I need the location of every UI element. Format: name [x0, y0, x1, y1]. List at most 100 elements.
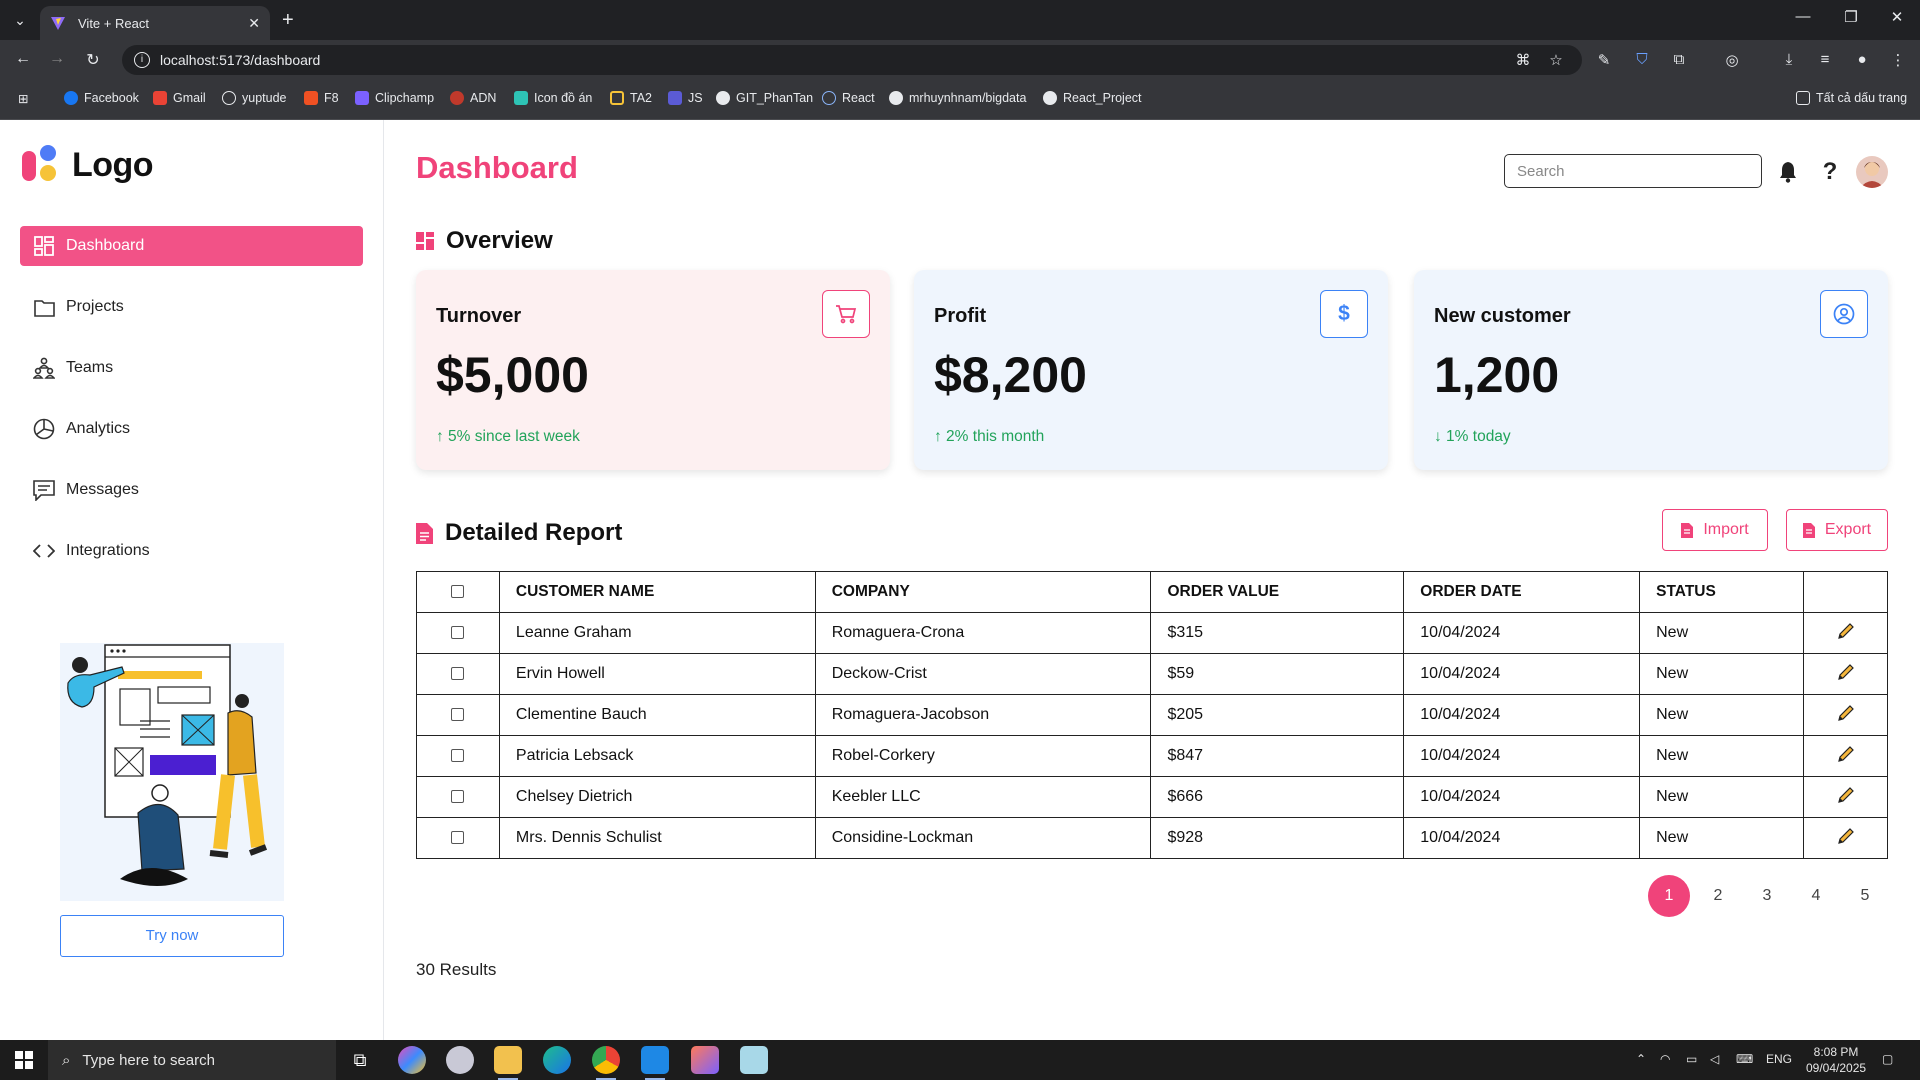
all-bookmarks[interactable]: Tất cả dấu trang — [1796, 91, 1907, 105]
edge-icon[interactable] — [543, 1046, 571, 1074]
column-header[interactable]: CUSTOMER NAME — [498, 571, 816, 613]
bookmark-clipchamp[interactable]: Clipchamp — [355, 91, 434, 105]
bookmark-icon-do-an[interactable]: Icon đồ án — [514, 91, 592, 105]
forward-icon[interactable]: → — [46, 50, 68, 68]
vscode-icon[interactable] — [641, 1046, 669, 1080]
page-button[interactable]: 2 — [1697, 875, 1739, 917]
bookmark-js[interactable]: JS — [668, 91, 703, 105]
bookmark-yuptude[interactable]: yuptude — [222, 91, 286, 105]
dollar-icon[interactable]: $ — [1320, 290, 1368, 338]
row-checkbox[interactable] — [451, 626, 465, 640]
sidebar-item-teams[interactable]: Teams — [20, 348, 363, 388]
sidebar-item-messages[interactable]: Messages — [20, 470, 363, 510]
select-all-checkbox[interactable] — [451, 585, 465, 599]
export-button[interactable]: Export — [1786, 509, 1888, 551]
bell-icon[interactable] — [1776, 160, 1800, 184]
shield-extension-icon[interactable]: ⛉ — [1632, 51, 1652, 68]
cart-icon[interactable] — [822, 290, 870, 338]
page-button[interactable]: 4 — [1795, 875, 1837, 917]
new-tab-icon[interactable]: + — [282, 8, 294, 32]
column-header[interactable]: COMPANY — [814, 571, 1152, 613]
address-bar[interactable]: i localhost:5173/dashboard — [122, 45, 1582, 75]
page-button[interactable]: 3 — [1746, 875, 1788, 917]
bookmark-git-phantan[interactable]: GIT_PhanTan — [716, 91, 813, 105]
close-window-icon[interactable]: ✕ — [1874, 8, 1920, 26]
table-header-row: CUSTOMER NAME COMPANY ORDER VALUE ORDER … — [416, 571, 1888, 613]
bookmark-react[interactable]: React — [822, 91, 875, 105]
bookmark-gmail[interactable]: Gmail — [153, 91, 206, 105]
menu-kebab-icon[interactable]: ⋮ — [1888, 51, 1908, 69]
minimize-icon[interactable]: — — [1780, 8, 1826, 25]
page-button[interactable]: 5 — [1844, 875, 1886, 917]
folder-icon — [1796, 91, 1810, 105]
logo[interactable]: Logo — [22, 143, 154, 187]
column-header[interactable]: ORDER DATE — [1403, 571, 1641, 613]
copilot-icon[interactable] — [398, 1046, 426, 1074]
restore-icon[interactable]: ❐ — [1828, 8, 1874, 26]
battery-icon[interactable]: ▭ — [1686, 1052, 1697, 1066]
chrome-icon[interactable] — [592, 1046, 620, 1080]
pencil-icon[interactable] — [1836, 827, 1856, 850]
volume-icon[interactable]: ◁ — [1710, 1052, 1719, 1066]
bookmark-star-icon[interactable]: ☆ — [1546, 51, 1566, 69]
browser-tab[interactable]: Vite + React ✕ — [40, 6, 270, 40]
row-checkbox[interactable] — [451, 749, 465, 763]
windows-start-icon[interactable] — [0, 1040, 48, 1080]
sidebar-item-dashboard[interactable]: Dashboard — [20, 226, 363, 266]
row-checkbox[interactable] — [451, 708, 465, 722]
extensions-icon[interactable]: ⧉ — [1669, 51, 1689, 68]
sidebar-item-projects[interactable]: Projects — [20, 287, 363, 327]
page-button[interactable]: 1 — [1648, 875, 1690, 917]
search-input[interactable] — [1504, 154, 1762, 188]
help-icon[interactable]: ? — [1818, 158, 1842, 185]
row-checkbox[interactable] — [451, 790, 465, 804]
bookmark-facebook[interactable]: Facebook — [64, 91, 139, 105]
back-icon[interactable]: ← — [12, 50, 34, 68]
row-checkbox[interactable] — [451, 667, 465, 681]
chevron-up-icon[interactable]: ⌃ — [1636, 1052, 1646, 1066]
import-button[interactable]: Import — [1662, 509, 1768, 551]
tab-search-icon[interactable]: ⌄ — [8, 8, 32, 32]
pencil-icon[interactable] — [1836, 745, 1856, 768]
keyboard-icon[interactable]: ⌨ — [1736, 1052, 1753, 1066]
media-icon[interactable]: ≡ — [1815, 51, 1835, 68]
user-circle-icon[interactable] — [1820, 290, 1868, 338]
screenshot-icon[interactable]: ◎ — [1722, 51, 1742, 69]
try-now-button[interactable]: Try now — [60, 915, 284, 957]
profile-icon[interactable]: ● — [1852, 51, 1872, 68]
task-view-icon[interactable]: ⧉ — [346, 1046, 374, 1074]
tab-close-icon[interactable]: ✕ — [248, 15, 260, 32]
language-indicator[interactable]: ENG — [1766, 1052, 1792, 1066]
bookmark-react-project[interactable]: React_Project — [1043, 91, 1142, 105]
translate-icon[interactable]: ⌘ — [1513, 51, 1533, 69]
file-explorer-icon[interactable] — [494, 1046, 522, 1080]
row-checkbox[interactable] — [451, 831, 465, 845]
download-icon[interactable]: ⤓ — [1779, 51, 1799, 68]
company-cell: Romaguera-Jacobson — [814, 694, 1152, 736]
pencil-icon[interactable] — [1836, 622, 1856, 645]
table-row: Leanne Graham Romaguera-Crona $315 10/04… — [416, 612, 1888, 654]
column-header[interactable]: STATUS — [1639, 571, 1805, 613]
avatar[interactable] — [1856, 156, 1888, 188]
apps-grid-icon[interactable]: ⊞ — [18, 91, 28, 106]
taskbar-search[interactable]: ⌕ Type here to search — [48, 1040, 336, 1080]
app-icon[interactable] — [691, 1046, 719, 1074]
clock[interactable]: 8:08 PM 09/04/2025 — [1806, 1044, 1866, 1076]
extension-pen-icon[interactable]: ✎ — [1594, 51, 1614, 69]
bookmark-adn[interactable]: ADN — [450, 91, 496, 105]
app-icon[interactable] — [446, 1046, 474, 1074]
pencil-icon[interactable] — [1836, 704, 1856, 727]
sidebar-item-analytics[interactable]: Analytics — [20, 409, 363, 449]
notifications-icon[interactable]: ▢ — [1882, 1052, 1893, 1066]
site-info-icon[interactable]: i — [134, 52, 150, 68]
bookmark-bigdata[interactable]: mrhuynhnam/bigdata — [889, 91, 1026, 105]
sidebar-item-integrations[interactable]: Integrations — [20, 531, 363, 571]
pencil-icon[interactable] — [1836, 786, 1856, 809]
column-header[interactable]: ORDER VALUE — [1150, 571, 1405, 613]
app-icon[interactable] — [740, 1046, 768, 1074]
reload-icon[interactable]: ↻ — [82, 50, 104, 70]
bookmark-ta2[interactable]: TA2 — [610, 91, 652, 105]
network-icon[interactable]: ◠ — [1660, 1052, 1670, 1066]
pencil-icon[interactable] — [1836, 663, 1856, 686]
bookmark-f8[interactable]: F8 — [304, 91, 339, 105]
